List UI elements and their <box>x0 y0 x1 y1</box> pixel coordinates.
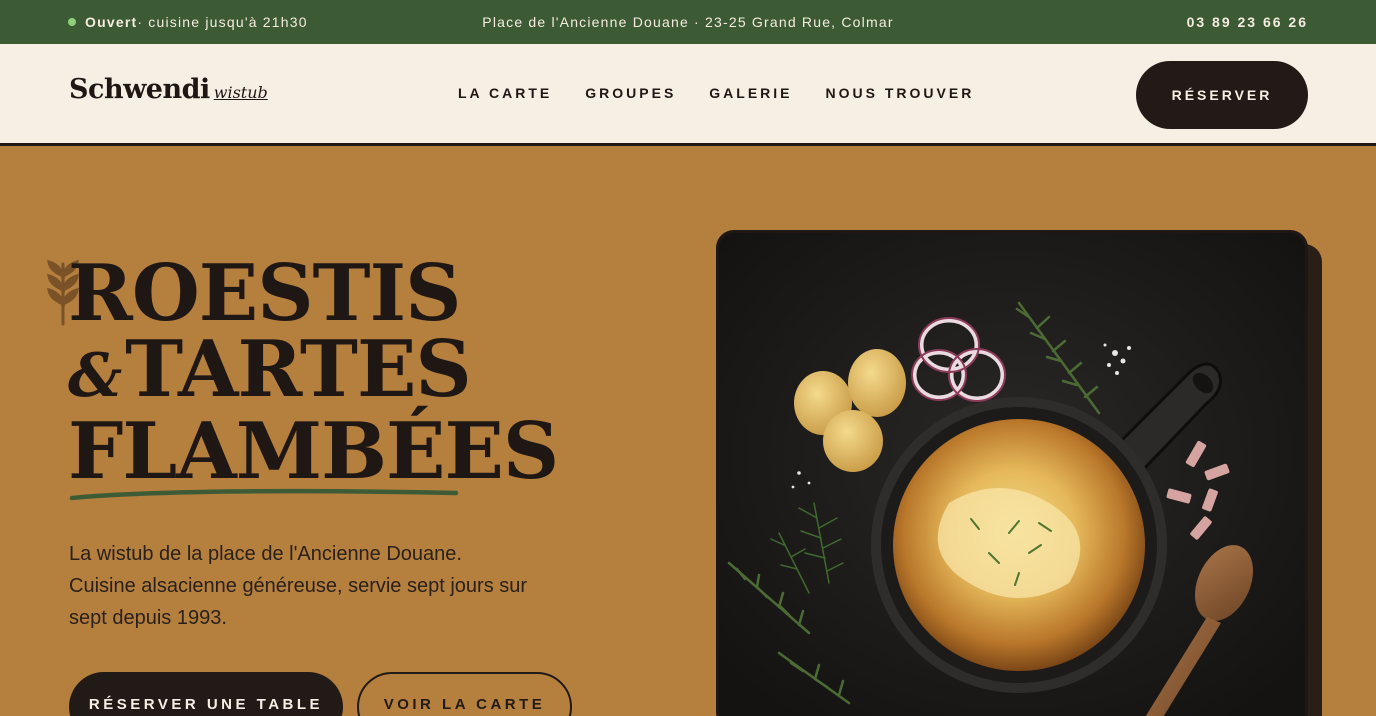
hero-description: La wistub de la place de l'Ancienne Doua… <box>69 543 528 629</box>
hero-title-line-1: ROESTIS <box>68 248 461 339</box>
title-underline <box>69 488 459 501</box>
main-nav: LA CARTE GROUPES GALERIE NOUS TROUVER <box>458 44 1007 142</box>
rosti-pan-illustration <box>719 233 1305 716</box>
logo-subtitle: wistub <box>213 83 268 102</box>
nav-item-nous-trouver[interactable]: NOUS TROUVER <box>826 85 975 101</box>
nav-item-groupes[interactable]: GROUPES <box>585 85 676 101</box>
hero-photo <box>716 230 1308 716</box>
reserve-button[interactable]: RÉSERVER <box>1136 61 1308 129</box>
reserve-table-button[interactable]: RÉSERVER UNE TABLE <box>69 672 343 716</box>
hero-title: ROESTIS &TARTES FLAMBÉES <box>68 248 559 497</box>
logo-name: Schwendi <box>69 74 210 105</box>
hero-title-line-2-text: TARTES <box>125 324 472 415</box>
view-menu-button[interactable]: VOIR LA CARTE <box>357 672 572 716</box>
top-info-bar: Ouvert · cuisine jusqu'à 21h30 Place de … <box>0 0 1376 44</box>
phone-link[interactable]: 03 89 23 66 26 <box>1187 0 1308 44</box>
hero-title-line-3: FLAMBÉES <box>68 406 559 497</box>
nav-item-galerie[interactable]: GALERIE <box>709 85 792 101</box>
main-header: Schwendi wistub LA CARTE GROUPES GALERIE… <box>0 44 1376 146</box>
nav-item-la-carte[interactable]: LA CARTE <box>458 85 552 101</box>
hero-title-line-2: &TARTES <box>68 331 558 414</box>
logo[interactable]: Schwendi wistub <box>69 74 268 105</box>
address-text: Place de l'Ancienne Douane · 23-25 Grand… <box>482 14 894 30</box>
hero-title-ampersand: & <box>68 341 122 411</box>
